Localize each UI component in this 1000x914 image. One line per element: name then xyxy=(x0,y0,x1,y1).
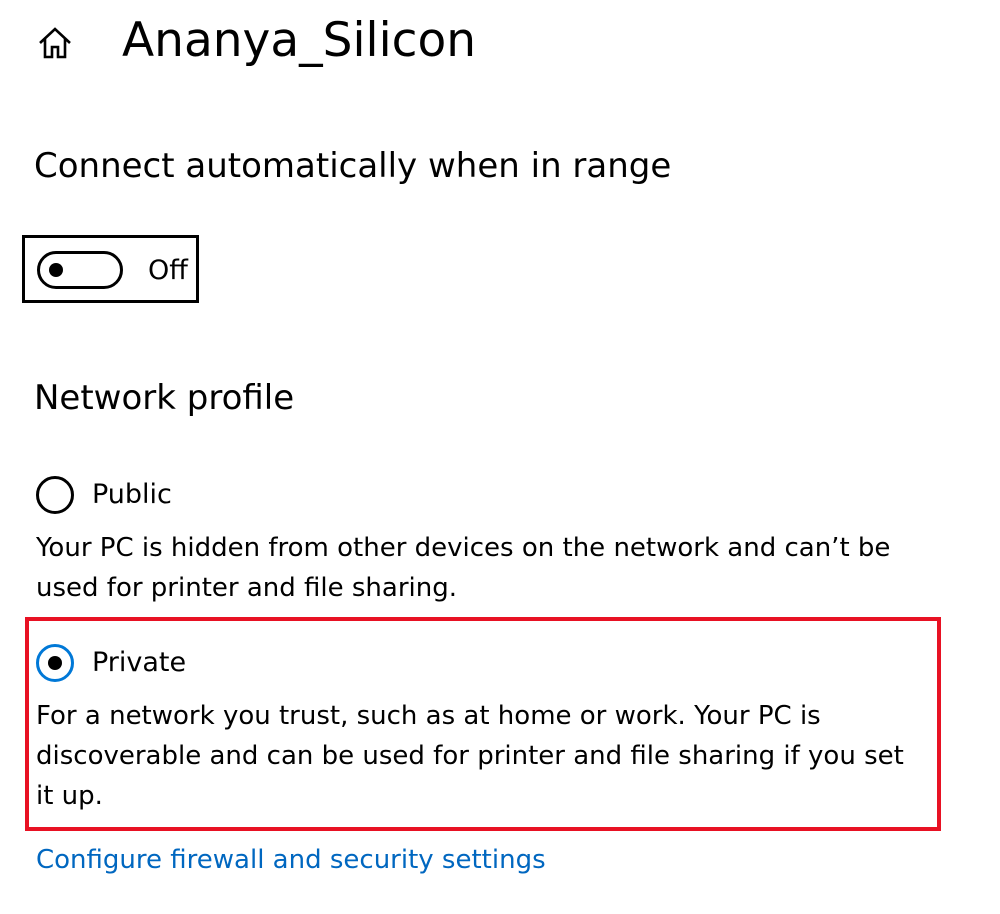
wifi-network-settings-page: Ananya_Silicon Connect automatically whe… xyxy=(0,0,1000,914)
page-title: Ananya_Silicon xyxy=(122,13,477,68)
home-icon[interactable] xyxy=(36,24,74,62)
toggle-knob xyxy=(49,263,63,277)
private-radio-button[interactable] xyxy=(36,644,74,682)
public-description: Your PC is hidden from other devices on … xyxy=(36,533,891,603)
network-profile-heading: Network profile xyxy=(34,378,295,418)
toggle-state-label: Off xyxy=(148,255,188,286)
private-description: For a network you trust, such as at home… xyxy=(36,701,904,811)
connect-automatically-heading: Connect automatically when in range xyxy=(34,146,672,186)
configure-firewall-link[interactable]: Configure firewall and security settings xyxy=(36,840,546,880)
public-radio-button[interactable] xyxy=(36,476,74,514)
connect-automatically-toggle[interactable] xyxy=(37,251,123,289)
radio-selected-dot xyxy=(48,656,62,670)
private-radio-label[interactable]: Private xyxy=(92,643,186,683)
public-radio-label[interactable]: Public xyxy=(92,475,172,515)
